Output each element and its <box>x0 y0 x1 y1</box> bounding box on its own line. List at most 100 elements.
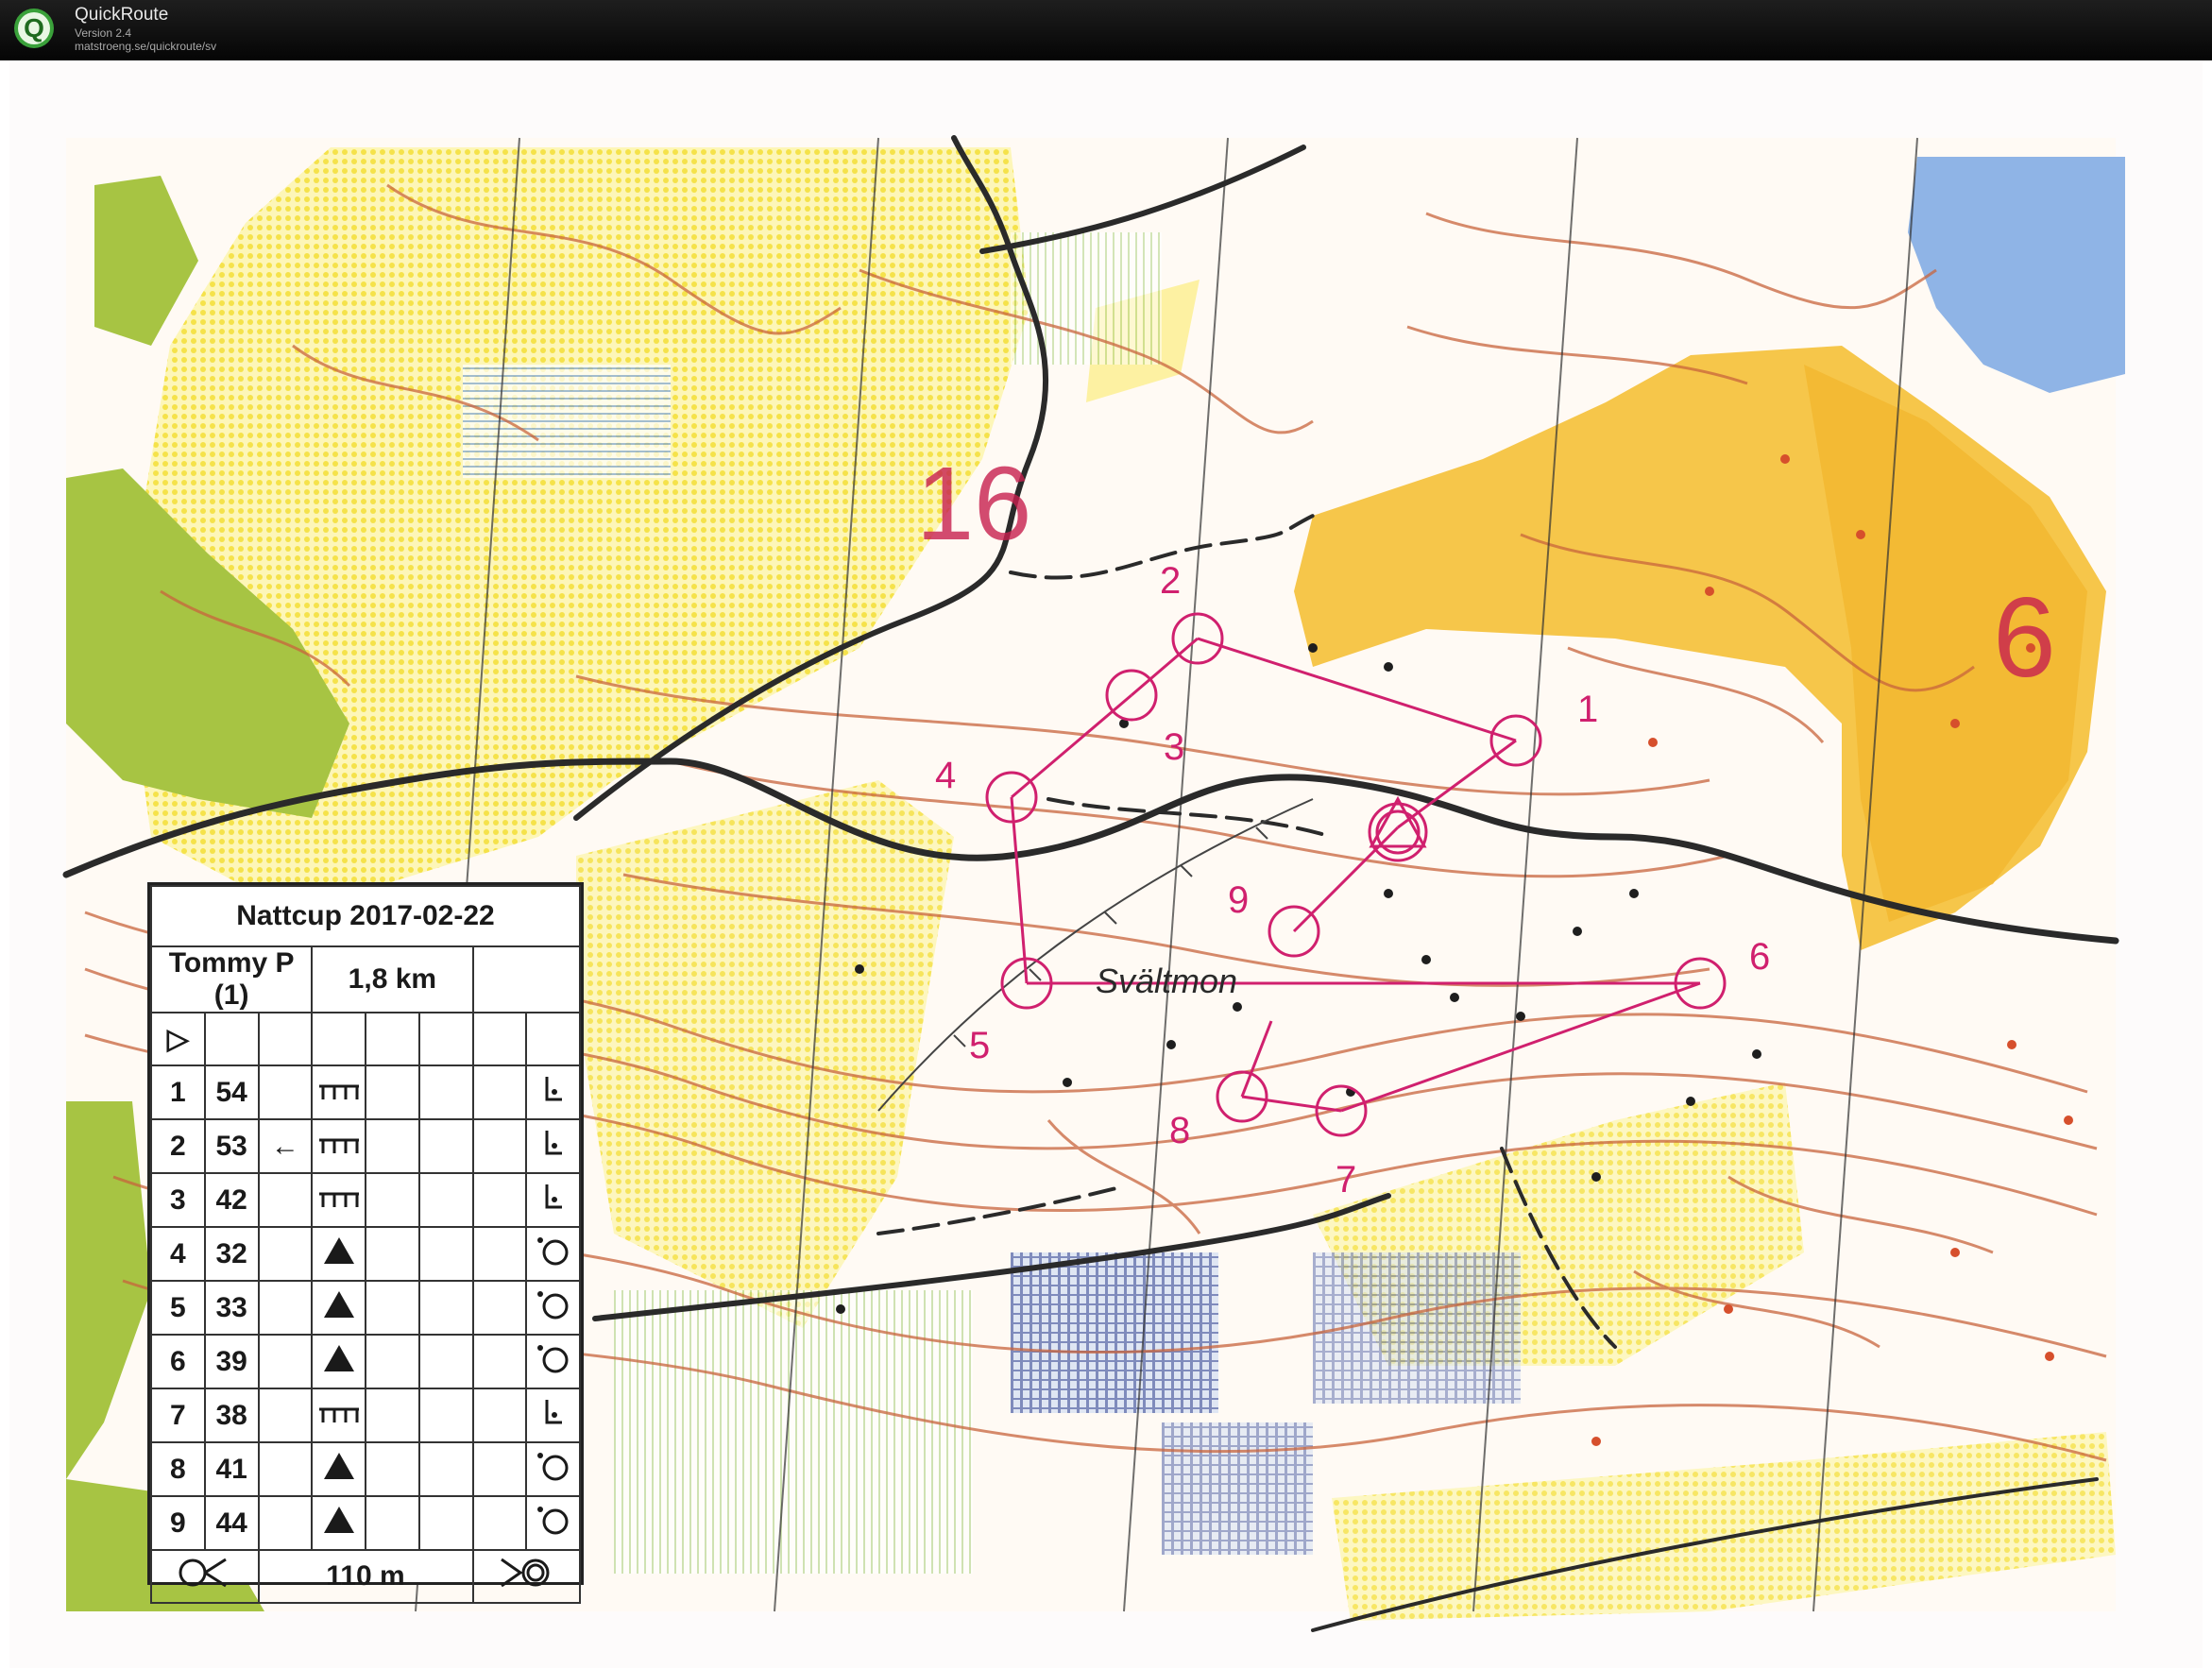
direction-cell <box>257 1226 314 1282</box>
rock-pile-icon <box>318 1138 359 1153</box>
combination-cell <box>471 1388 528 1443</box>
corner-detail-icon <box>545 1130 562 1154</box>
description-row: 7 38 <box>150 1388 581 1443</box>
combination-cell <box>471 1334 528 1389</box>
description-row: 5 33 <box>150 1280 581 1336</box>
finish-left-icon <box>150 1549 260 1604</box>
control-code: 32 <box>203 1226 260 1282</box>
control-code: 44 <box>203 1495 260 1551</box>
control-number: 7 <box>150 1388 206 1443</box>
location-detail-cell <box>525 1064 581 1120</box>
boulder-icon <box>323 1290 354 1318</box>
marsh <box>1011 1252 1218 1413</box>
appearance-cell <box>365 1064 420 1120</box>
control-label-2: 2 <box>1160 560 1181 602</box>
app-version: Version 2.4 <box>75 26 132 40</box>
location-detail-cell <box>525 1334 581 1389</box>
control-label-7: 7 <box>1336 1159 1356 1201</box>
combination-cell <box>471 1226 528 1282</box>
description-row: 6 39 <box>150 1334 581 1389</box>
dimension-cell <box>417 1334 474 1389</box>
feature-cell <box>311 1118 366 1174</box>
location-detail-cell <box>525 1280 581 1336</box>
boulder-icon <box>323 1506 354 1533</box>
direction-cell <box>257 1388 314 1443</box>
direction-cell <box>257 1495 314 1551</box>
direction-cell <box>257 1172 314 1228</box>
location-detail-icon <box>536 1236 569 1265</box>
combination-cell <box>471 1495 528 1551</box>
control-code: 53 <box>203 1118 260 1174</box>
direction-cell <box>257 1280 314 1336</box>
appearance-cell <box>365 1172 420 1228</box>
rock-pile-icon <box>318 1084 359 1099</box>
location-detail-icon <box>536 1506 569 1534</box>
control-code: 54 <box>203 1064 260 1120</box>
appearance-cell <box>365 1118 420 1174</box>
finish-distance: 110 m <box>257 1549 474 1604</box>
rock-pile-icon <box>318 1192 359 1207</box>
location-detail-icon <box>536 1290 569 1319</box>
control-number: 1 <box>150 1064 206 1120</box>
control-number: 6 <box>150 1334 206 1389</box>
description-row: 8 41 <box>150 1441 581 1497</box>
feature-cell <box>311 1441 366 1497</box>
feature-cell <box>311 1064 366 1120</box>
event-title: Nattcup 2017-02-22 <box>150 885 581 947</box>
app-title-bar: Q QuickRoute Version 2.4 matstroeng.se/q… <box>0 0 2212 60</box>
boulder-icon <box>323 1344 354 1371</box>
control-number: 4 <box>150 1226 206 1282</box>
combination-cell <box>471 1172 528 1228</box>
control-label-3: 3 <box>1164 726 1184 768</box>
runner-name: Tommy P (1) <box>149 945 314 1013</box>
combination-cell <box>471 1280 528 1336</box>
direction-cell <box>257 1064 314 1120</box>
control-code: 39 <box>203 1334 260 1389</box>
boulder-icon <box>323 1236 354 1264</box>
control-code: 41 <box>203 1441 260 1497</box>
direction-cell: ← <box>257 1118 314 1174</box>
corner-detail-icon <box>545 1184 562 1208</box>
quickroute-logo-icon: Q <box>14 9 54 48</box>
control-label-8: 8 <box>1169 1110 1190 1151</box>
feature-cell <box>311 1226 366 1282</box>
description-row: 1 54 <box>150 1064 581 1120</box>
boulder-icon <box>323 1452 354 1479</box>
control-description-sheet: Nattcup 2017-02-22 Tommy P (1) 1,8 km ▷ … <box>147 882 584 1604</box>
location-detail-cell <box>525 1441 581 1497</box>
control-number: 2 <box>150 1118 206 1174</box>
appearance-cell <box>365 1495 420 1551</box>
feature-cell <box>311 1280 366 1336</box>
control-label-4: 4 <box>935 755 956 796</box>
dimension-cell <box>417 1118 474 1174</box>
control-number: 9 <box>150 1495 206 1551</box>
dimension-cell <box>417 1172 474 1228</box>
control-label-5: 5 <box>969 1025 990 1066</box>
control-code: 33 <box>203 1280 260 1336</box>
location-detail-cell <box>525 1118 581 1174</box>
feature-cell <box>311 1172 366 1228</box>
map-sheet-number-16: 16 <box>916 446 1031 562</box>
control-number: 3 <box>150 1172 206 1228</box>
corner-detail-icon <box>545 1399 562 1423</box>
control-label-9: 9 <box>1228 879 1249 921</box>
combination-cell <box>471 1064 528 1120</box>
vegetation-stripes <box>1011 232 1162 365</box>
dimension-cell <box>417 1280 474 1336</box>
finish-right-icon <box>471 1549 581 1604</box>
marsh <box>1162 1422 1313 1555</box>
app-title: QuickRoute <box>75 5 169 25</box>
course-length: 1,8 km <box>311 945 474 1013</box>
description-row: 3 42 <box>150 1172 581 1228</box>
corner-detail-icon <box>545 1076 562 1100</box>
appearance-cell <box>365 1280 420 1336</box>
dimension-cell <box>417 1388 474 1443</box>
place-name-label: Svältmon <box>1096 962 1237 1000</box>
map-sheet-number-6: 6 <box>1993 574 2056 701</box>
control-code: 38 <box>203 1388 260 1443</box>
control-description-rows: 1 54 2 53 ← 3 42 4 32 5 33 6 39 7 38 8 41 9 44 <box>150 1064 581 1551</box>
scanned-map-paper: 16 6 1 2 3 4 5 6 7 8 9 Svältmon Nattcup … <box>9 62 2203 1668</box>
feature-cell <box>311 1388 366 1443</box>
appearance-cell <box>365 1388 420 1443</box>
dimension-cell <box>417 1064 474 1120</box>
